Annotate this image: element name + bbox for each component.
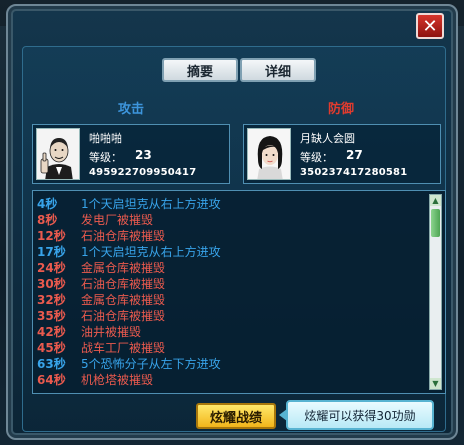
log-entry: 17秒 1个天启坦克从右上方进攻 bbox=[37, 243, 429, 259]
log-entry-time: 45秒 bbox=[37, 340, 66, 355]
log-entry: 32秒 金属仓库被摧毁 bbox=[37, 291, 429, 307]
tab-summary[interactable]: 摘要 bbox=[162, 58, 238, 82]
log-entry-text: 油井被摧毁 bbox=[81, 324, 142, 339]
log-entry: 63秒 5个恐怖分子从左下方进攻 bbox=[37, 355, 429, 371]
battle-log-list: 4秒 1个天启坦克从右上方进攻 8秒 发电厂被摧毁 12秒 石油仓库被摧毁 17秒 1个天启坦… bbox=[37, 195, 429, 387]
log-entry-text: 石油仓库被摧毁 bbox=[81, 276, 166, 291]
log-entry-time: 17秒 bbox=[37, 244, 66, 259]
attack-side-label: 攻击 bbox=[118, 102, 145, 117]
log-entry-time: 4秒 bbox=[37, 196, 58, 211]
close-button[interactable]: ✕ bbox=[416, 13, 444, 39]
scroll-down-arrow-icon[interactable]: ▼ bbox=[430, 378, 441, 389]
log-entry: 8秒 发电厂被摧毁 bbox=[37, 211, 429, 227]
log-entry-text: 1个天启坦克从右上方进攻 bbox=[81, 244, 221, 259]
attacker-card: 啪啪啪 等级： 23 495922709950417 bbox=[32, 124, 230, 184]
log-entry: 64秒 机枪塔被摧毁 bbox=[37, 371, 429, 387]
defend-side-label: 防御 bbox=[328, 102, 355, 117]
tab-detail[interactable]: 详细 bbox=[240, 58, 316, 82]
defender-card: 月缺人会圆 等级： 27 350237417280581 bbox=[243, 124, 441, 184]
attacker-id: 495922709950417 bbox=[89, 167, 197, 178]
log-entry: 30秒 石油仓库被摧毁 bbox=[37, 275, 429, 291]
log-entry-time: 24秒 bbox=[37, 260, 66, 275]
log-entry: 24秒 金属仓库被摧毁 bbox=[37, 259, 429, 275]
log-entry-text: 金属仓库被摧毁 bbox=[81, 292, 166, 307]
defender-level-label: 等级： bbox=[300, 151, 333, 164]
woman-portrait-icon bbox=[247, 128, 291, 180]
log-entry: 4秒 1个天启坦克从右上方进攻 bbox=[37, 195, 429, 211]
log-entry: 45秒 战车工厂被摧毁 bbox=[37, 339, 429, 355]
log-entry-text: 5个恐怖分子从左下方进攻 bbox=[81, 356, 221, 371]
log-entry-text: 石油仓库被摧毁 bbox=[81, 228, 166, 243]
log-entry: 12秒 石油仓库被摧毁 bbox=[37, 227, 429, 243]
close-icon: ✕ bbox=[422, 15, 438, 37]
log-entry: 42秒 油井被摧毁 bbox=[37, 323, 429, 339]
scroll-up-arrow-icon[interactable]: ▲ bbox=[430, 195, 441, 206]
log-entry-text: 战车工厂被摧毁 bbox=[81, 340, 166, 355]
log-entry-time: 32秒 bbox=[37, 292, 66, 307]
log-entry-text: 金属仓库被摧毁 bbox=[81, 260, 166, 275]
defender-id: 350237417280581 bbox=[300, 167, 408, 178]
defender-level: 27 bbox=[346, 148, 363, 162]
log-entry-time: 12秒 bbox=[37, 228, 66, 243]
log-entry-time: 30秒 bbox=[37, 276, 66, 291]
battle-log-panel[interactable]: 4秒 1个天启坦克从右上方进攻 8秒 发电厂被摧毁 12秒 石油仓库被摧毁 17秒 1个天启坦… bbox=[32, 190, 446, 394]
share-record-button[interactable]: 炫耀战绩 bbox=[196, 403, 276, 429]
log-scrollbar[interactable]: ▲ ▼ bbox=[429, 194, 442, 390]
log-entry-time: 35秒 bbox=[37, 308, 66, 323]
log-entry-time: 64秒 bbox=[37, 372, 66, 387]
log-entry-text: 机枪塔被摧毁 bbox=[81, 372, 154, 387]
log-entry-text: 1个天启坦克从右上方进攻 bbox=[81, 196, 221, 211]
log-entry-text: 发电厂被摧毁 bbox=[81, 212, 154, 227]
log-entry-time: 42秒 bbox=[37, 324, 66, 339]
attacker-level: 23 bbox=[135, 148, 152, 162]
man-portrait-icon bbox=[36, 128, 80, 180]
log-entry-time: 8秒 bbox=[37, 212, 58, 227]
attacker-name: 啪啪啪 bbox=[89, 132, 122, 145]
log-entry-time: 63秒 bbox=[37, 356, 66, 371]
log-entry: 35秒 石油仓库被摧毁 bbox=[37, 307, 429, 323]
attacker-level-label: 等级： bbox=[89, 151, 122, 164]
reward-tip: 炫耀可以获得30功勋 bbox=[286, 400, 434, 430]
defender-name: 月缺人会圆 bbox=[300, 132, 355, 145]
log-entry-text: 石油仓库被摧毁 bbox=[81, 308, 166, 323]
scroll-thumb[interactable] bbox=[431, 209, 440, 237]
